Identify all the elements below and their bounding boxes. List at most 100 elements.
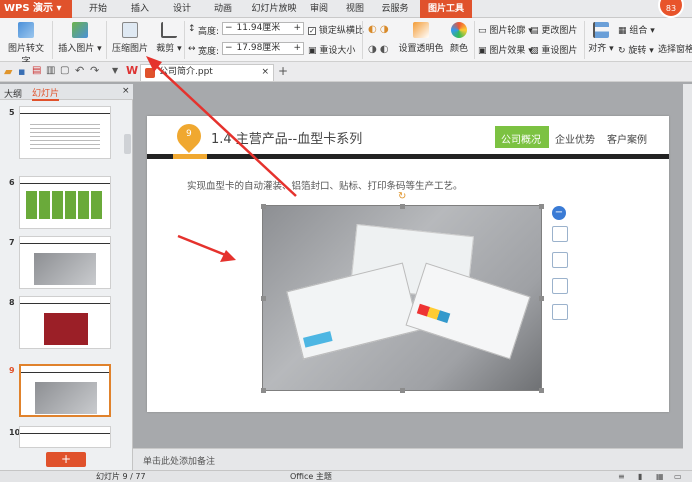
save-icon[interactable]: ▪ [18, 65, 25, 78]
picture-effect-button[interactable]: ▣ 图片效果 ▾ [478, 43, 533, 56]
width-stepper[interactable]: −17.98厘米 + [222, 42, 304, 55]
zoom-out-icon[interactable]: − [552, 206, 566, 220]
reading-view-icon[interactable]: ▭ [674, 471, 682, 482]
tab-5[interactable]: 审阅 [304, 0, 334, 18]
border-tool-icon[interactable] [552, 304, 568, 320]
preview-icon[interactable]: ▢ [60, 65, 69, 76]
ribbon: 图片转文字 插入图片 ▾ 压缩图片 裁剪 ▾ ↕ 高度: −11.94厘米 + ↔… [0, 18, 692, 67]
tab-0[interactable]: 开始 [80, 0, 116, 18]
transparent-color-icon [413, 22, 429, 38]
notes-toggle-icon[interactable]: ≡ [618, 471, 625, 482]
picture-text-icon [18, 22, 34, 38]
tab-outline[interactable]: 大纲 [4, 87, 22, 100]
checkbox-checked-icon: ✓ [308, 26, 316, 35]
document-tab-label: 公司简介.ppt [159, 67, 213, 77]
picture-outline-button[interactable]: ▭ 图片轮廓 ▾ [478, 23, 533, 36]
tab-2[interactable]: 设计 [164, 0, 200, 18]
contrast-icon[interactable]: ◑ ◐ [368, 44, 389, 55]
notes-placeholder: 单击此处添加备注 [143, 457, 216, 467]
brightness-icon[interactable]: ◐ ◑ [368, 24, 389, 35]
thumb-divider [20, 113, 110, 114]
slide-thumbnail[interactable] [19, 176, 111, 229]
tab-1[interactable]: 插入 [124, 0, 156, 18]
reset-picture-button[interactable]: ▧ 重设图片 [530, 43, 577, 56]
crop-label: 裁剪 [156, 44, 175, 54]
add-slide-button[interactable]: + [46, 452, 86, 467]
slide-canvas[interactable]: 9 1.4 主营产品--血型卡系列 公司概况 企业优势 客户案例 实现血型卡的自动灌… [147, 116, 669, 412]
document-tab[interactable]: 公司简介.ppt × [140, 64, 274, 81]
zoom-icon[interactable] [552, 252, 568, 268]
tab-8[interactable]: 图片工具 [420, 0, 472, 18]
normal-view-icon[interactable]: ▮ [638, 471, 642, 482]
card-label [416, 303, 451, 324]
slide-thumbnail[interactable] [19, 236, 111, 289]
color-label: 颜色 [449, 44, 468, 54]
slide-title: 1.4 主营产品--血型卡系列 [211, 132, 363, 147]
tab-4[interactable]: 幻灯片放映 [248, 0, 300, 18]
pic-to-text-button[interactable]: 图片转文字 [4, 22, 48, 67]
selection-pane-label: 选择窗格 [658, 45, 692, 55]
slide-nav-item[interactable]: 客户案例 [607, 131, 647, 146]
tab-3[interactable]: 动画 [206, 0, 240, 18]
height-value: 11.94厘米 [236, 23, 281, 33]
increment-icon[interactable]: + [293, 23, 301, 34]
sorter-view-icon[interactable]: ▦ [656, 471, 664, 482]
color-button[interactable]: 颜色 [446, 22, 472, 54]
crop-tool-icon[interactable] [552, 278, 568, 294]
increment-icon[interactable]: + [293, 43, 301, 54]
insert-picture-button[interactable]: 插入图片 ▾ [58, 22, 102, 54]
rotate-button[interactable]: ↻ 旋转 ▾ [618, 43, 654, 56]
change-picture-button[interactable]: ▤ 更改图片 [530, 23, 577, 36]
close-icon[interactable]: × [261, 65, 269, 80]
rotate-label: 旋转 [628, 46, 647, 56]
notes-bar[interactable]: 单击此处添加备注 [133, 448, 683, 470]
compress-label: 压缩图片 [111, 44, 148, 54]
pdf-icon[interactable]: ▤ [32, 65, 41, 76]
transparent-color-button[interactable]: 设置透明色 [396, 22, 446, 54]
lock-ratio-checkbox[interactable]: ✓ 锁定纵横比 [308, 23, 364, 36]
height-stepper[interactable]: −11.94厘米 + [222, 22, 304, 35]
align-button[interactable]: 对齐 ▾ [588, 22, 614, 54]
effect-icon: ▣ [478, 46, 487, 56]
slide-thumbnail[interactable] [19, 106, 111, 159]
theme-name: Office 主题 [290, 472, 332, 481]
open-folder-icon[interactable]: ▰ [4, 65, 12, 78]
slide-thumbnail[interactable] [19, 426, 111, 448]
reset-size-button[interactable]: ▣ 重设大小 [308, 43, 355, 56]
vertical-scrollbar[interactable] [683, 84, 692, 470]
print-icon[interactable]: ▥ [46, 65, 55, 76]
selection-pane-button[interactable]: 选择窗格 [658, 42, 692, 55]
undo-icon[interactable]: ↶ [75, 64, 84, 77]
layers-icon[interactable] [552, 226, 568, 242]
new-tab-icon[interactable]: + [278, 64, 288, 78]
tab-7[interactable]: 云服务 [374, 0, 416, 18]
slide-nav-item[interactable]: 企业优势 [555, 131, 595, 146]
slide-thumbnail[interactable] [19, 364, 111, 417]
tab-slides[interactable]: 幻灯片 [32, 86, 60, 101]
decrement-icon[interactable]: − [225, 23, 233, 33]
thumb-text [30, 121, 100, 151]
pane-scrollbar[interactable] [124, 134, 131, 154]
customize-dropdown-icon[interactable]: ▼ [112, 66, 118, 75]
align-label: 对齐 [588, 44, 607, 54]
slide-number: 5 [9, 108, 15, 117]
redo-icon[interactable]: ↷ [90, 64, 99, 77]
blood-card-right [405, 262, 531, 360]
thumb-photo [35, 382, 97, 414]
decrement-icon[interactable]: − [225, 43, 233, 53]
close-icon[interactable]: × [122, 86, 130, 96]
slide-nav-item[interactable]: 公司概况 [501, 131, 541, 146]
thumb-divider [20, 183, 110, 184]
rotate-handle-icon[interactable]: ↻ [398, 191, 406, 202]
title-divider [147, 154, 669, 159]
compress-picture-button[interactable]: 压缩图片 [110, 22, 150, 54]
product-photo[interactable] [262, 205, 542, 391]
group-button[interactable]: ▦ 组合 ▾ [618, 23, 655, 36]
slide-thumbnail[interactable] [19, 296, 111, 349]
crop-button[interactable]: 裁剪 ▾ [154, 22, 184, 54]
tab-6[interactable]: 视图 [340, 0, 370, 18]
wps-menu-button[interactable]: WPS 演示 ▾ [0, 0, 72, 18]
thumb-divider [20, 433, 110, 434]
width-icon: ↔ [188, 44, 196, 54]
height-label: 高度: [198, 27, 220, 37]
